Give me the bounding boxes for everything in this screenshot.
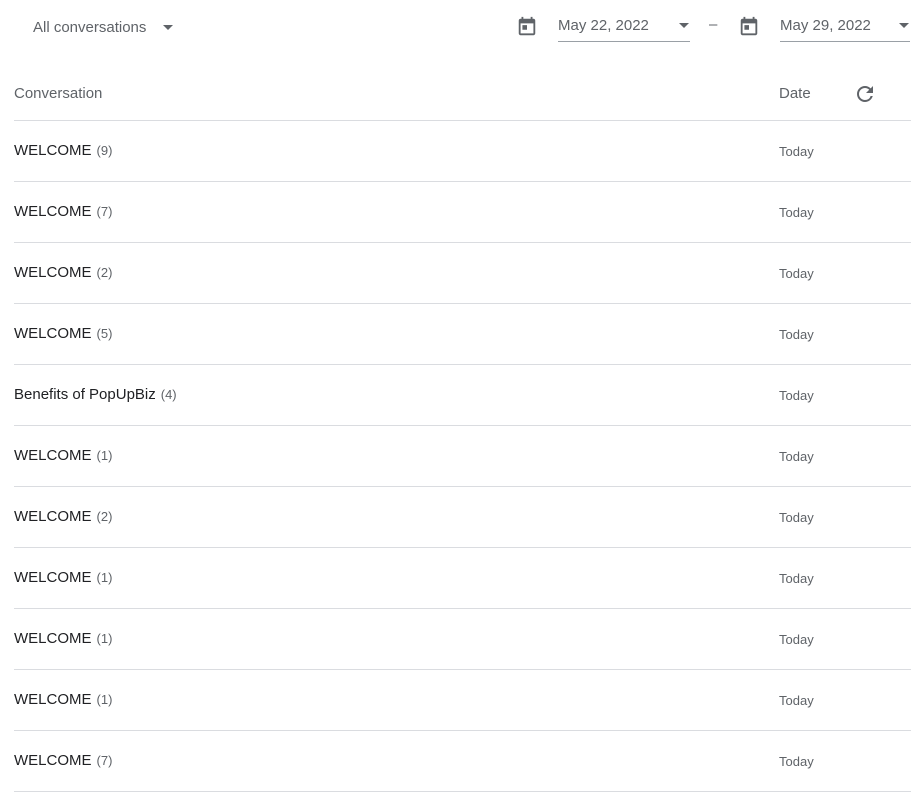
table-row[interactable]: WELCOME (2) Today [14, 487, 911, 548]
start-date-field[interactable]: May 22, 2022 [558, 10, 690, 42]
caret-down-icon [163, 24, 174, 30]
message-count: (2) [96, 509, 113, 524]
conversation-title: WELCOME (7) [14, 752, 113, 769]
column-header-date: Date [779, 85, 811, 102]
end-date-field[interactable]: May 29, 2022 [780, 10, 910, 42]
conversation-date: Today [779, 510, 814, 525]
conversation-date: Today [779, 327, 814, 342]
table-row[interactable]: WELCOME (9) Today [14, 121, 911, 182]
message-count: (2) [96, 265, 113, 280]
conversation-title: WELCOME (2) [14, 264, 113, 281]
message-count: (1) [96, 448, 113, 463]
conversation-date: Today [779, 571, 814, 586]
calendar-icon[interactable] [738, 16, 760, 38]
conversation-title: WELCOME (1) [14, 569, 113, 586]
table-row[interactable]: WELCOME (2) Today [14, 243, 911, 304]
conversation-title: WELCOME (2) [14, 508, 113, 525]
table-header: Conversation Date [14, 60, 911, 121]
message-count: (9) [96, 143, 113, 158]
start-date-value: May 22, 2022 [558, 17, 649, 34]
conversation-title: WELCOME (1) [14, 630, 113, 647]
table-row[interactable]: WELCOME (5) Today [14, 304, 911, 365]
table-row[interactable]: WELCOME (1) Today [14, 670, 911, 731]
table-row[interactable]: WELCOME (7) Today [14, 731, 911, 792]
table-row[interactable]: WELCOME (1) Today [14, 426, 911, 487]
conversation-title: WELCOME (9) [14, 142, 113, 159]
conversation-title: WELCOME (1) [14, 447, 113, 464]
conversation-date: Today [779, 632, 814, 647]
conversation-table: Conversation Date WELCOME (9) Today WELCO… [14, 60, 911, 792]
conversation-title: WELCOME (1) [14, 691, 113, 708]
conversation-date: Today [779, 693, 814, 708]
caret-down-icon [679, 23, 689, 28]
caret-down-icon [899, 23, 909, 28]
message-count: (1) [96, 631, 113, 646]
end-date-value: May 29, 2022 [780, 17, 871, 34]
table-row[interactable]: WELCOME (7) Today [14, 182, 911, 243]
table-row[interactable]: WELCOME (1) Today [14, 548, 911, 609]
message-count: (1) [96, 692, 113, 707]
message-count: (4) [160, 387, 177, 402]
date-range-separator: – [709, 16, 718, 33]
conversation-title: WELCOME (7) [14, 203, 113, 220]
conversation-filter-value: All conversations [33, 18, 147, 36]
conversation-title: Benefits of PopUpBiz (4) [14, 386, 177, 403]
conversation-date: Today [779, 449, 814, 464]
table-row[interactable]: Benefits of PopUpBiz (4) Today [14, 365, 911, 426]
message-count: (1) [96, 570, 113, 585]
conversation-filter-select[interactable]: All conversations [33, 12, 174, 42]
conversation-date: Today [779, 205, 814, 220]
column-header-conversation: Conversation [14, 85, 103, 102]
conversation-date: Today [779, 754, 814, 769]
toolbar: All conversations May 22, 2022 – May 29,… [0, 0, 911, 56]
message-count: (5) [96, 326, 113, 341]
conversation-date: Today [779, 266, 814, 281]
conversation-date: Today [779, 144, 814, 159]
calendar-icon[interactable] [516, 16, 538, 38]
message-count: (7) [96, 204, 113, 219]
conversation-title: WELCOME (5) [14, 325, 113, 342]
conversation-date: Today [779, 388, 814, 403]
message-count: (7) [96, 753, 113, 768]
table-row[interactable]: WELCOME (1) Today [14, 609, 911, 670]
refresh-icon[interactable] [853, 82, 877, 106]
